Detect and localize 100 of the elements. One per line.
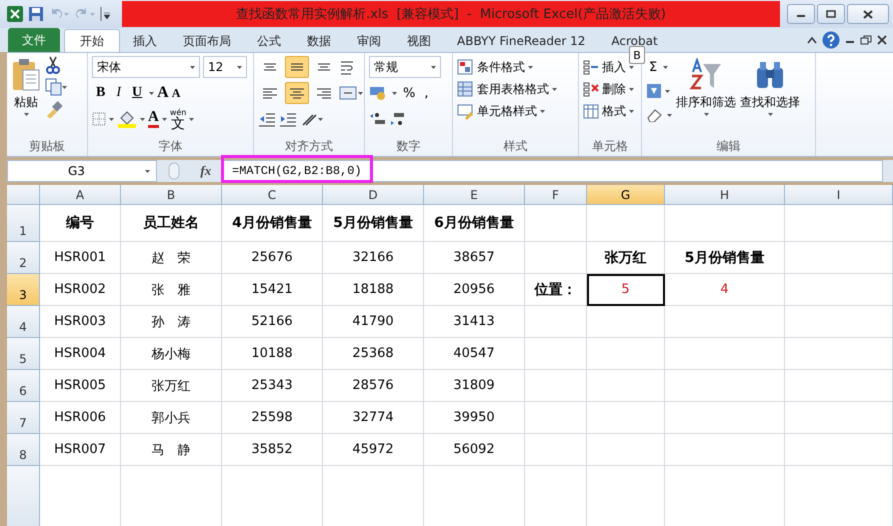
customize-icon[interactable] [100, 7, 110, 21]
font-size-field[interactable]: 12 [203, 56, 247, 78]
column-header[interactable]: F [525, 185, 587, 205]
number-format-field[interactable]: 常规 [369, 56, 441, 78]
caret-icon[interactable] [663, 66, 668, 68]
scissors-icon[interactable] [45, 56, 61, 74]
file-tab[interactable]: 文件 [8, 28, 60, 52]
table-cell: 6月份销售量 [424, 205, 525, 242]
ribbon-tab[interactable]: ABBYY FineReader 12 [444, 29, 598, 52]
minimize-button[interactable] [787, 4, 815, 24]
caret-icon[interactable] [162, 118, 167, 120]
copy-icon[interactable] [45, 78, 67, 96]
comma-button[interactable]: , [421, 86, 432, 100]
close-button[interactable] [847, 4, 889, 24]
font-color-button[interactable]: A [148, 110, 159, 128]
caret-icon[interactable] [392, 92, 397, 94]
font-name-field[interactable]: 宋体 [92, 56, 200, 78]
ribbon-tab[interactable]: 数据 [294, 29, 344, 52]
style-menu-button[interactable]: 条件格式 [457, 56, 557, 78]
grow-font-button[interactable]: A [157, 84, 169, 102]
formula-field[interactable]: =MATCH(G2,B2:B8,0) [221, 160, 883, 182]
row-header[interactable]: 6 [7, 370, 40, 402]
table-cell: 孙 涛 [121, 306, 222, 338]
caret-icon[interactable] [665, 90, 670, 92]
close-icon[interactable] [877, 35, 887, 45]
table-cell: 32166 [323, 242, 424, 274]
row-header[interactable]: 8 [7, 434, 40, 466]
collapse-icon[interactable] [807, 36, 817, 44]
caret-icon[interactable] [667, 114, 672, 116]
table-cell: 张万红 [587, 242, 665, 274]
ribbon-tab[interactable]: 页面布局 [170, 29, 244, 52]
restore-icon[interactable] [860, 35, 872, 45]
insert-function-button[interactable]: fx [200, 163, 212, 179]
empty-cell [525, 370, 587, 402]
column-header[interactable]: C [222, 185, 323, 205]
cells-menu-button[interactable]: 删除 [583, 78, 634, 100]
empty-cell [525, 434, 587, 466]
column-header[interactable]: E [424, 185, 525, 205]
maximize-icon [826, 10, 836, 18]
group-label: 对齐方式 [284, 138, 334, 154]
ribbon-tab[interactable]: 审阅 [344, 29, 394, 52]
ribbon-tab[interactable]: 插入 [120, 29, 170, 52]
phonetic-button[interactable]: wén 文 [170, 108, 186, 130]
italic-button[interactable]: I [112, 85, 126, 101]
column-header[interactable]: H [665, 185, 785, 205]
row-header[interactable]: 7 [7, 402, 40, 434]
fill-color-icon[interactable] [117, 110, 137, 128]
caret-icon[interactable] [189, 118, 194, 120]
border-icon[interactable] [92, 112, 106, 126]
merge-icon[interactable] [339, 85, 363, 101]
underline-button[interactable]: U [128, 85, 146, 101]
cells-menu-button[interactable]: 格式 [583, 100, 634, 122]
row-header[interactable]: 2 [7, 242, 40, 274]
ribbon-tab[interactable]: 开始 [64, 29, 120, 52]
shrink-font-button[interactable]: A [172, 86, 180, 100]
autosum-button[interactable]: Σ [646, 60, 660, 74]
table-cell: 39950 [424, 402, 525, 434]
align-middle-button[interactable] [285, 56, 309, 78]
percent-button[interactable]: % [400, 86, 418, 100]
find-select-button[interactable]: 查找和选择 [740, 56, 800, 136]
fill-down-icon[interactable] [646, 83, 662, 99]
caret-icon[interactable] [140, 118, 145, 120]
caret-icon[interactable] [704, 113, 708, 116]
style-menu-button[interactable]: 套用表格格式 [457, 78, 557, 100]
maximize-button[interactable] [817, 4, 845, 24]
ribbon-tab[interactable]: 视图 [394, 29, 444, 52]
column-header[interactable]: D [323, 185, 424, 205]
sort-filter-button[interactable]: 排序和筛选 [676, 56, 736, 136]
ribbon-tab[interactable]: 公式 [244, 29, 294, 52]
row-header[interactable]: 1 [7, 205, 40, 242]
increase-decimal-icon[interactable] [369, 112, 387, 126]
decrease-indent-icon[interactable] [258, 111, 276, 127]
sort-filter-icon [689, 58, 723, 92]
row-header[interactable]: 4 [7, 306, 40, 338]
caret-icon[interactable] [109, 118, 114, 120]
cells-icon [583, 80, 599, 98]
column-header[interactable]: B [121, 185, 222, 205]
increase-indent-icon[interactable] [279, 111, 297, 127]
style-menu-button[interactable]: 单元格样式 [457, 100, 557, 122]
group-label: 字体 [158, 138, 184, 154]
column-header[interactable]: A [40, 185, 121, 205]
caret-icon [528, 66, 533, 68]
help-icon[interactable] [822, 31, 840, 49]
empty-cell [525, 205, 587, 242]
row-header[interactable]: 5 [7, 338, 40, 370]
column-header[interactable]: G [587, 185, 665, 205]
align-center-button[interactable] [285, 82, 309, 104]
bold-button[interactable]: B [92, 85, 110, 101]
caret-icon[interactable] [149, 92, 154, 94]
caret-icon[interactable] [24, 113, 28, 116]
row-header[interactable]: 3 [7, 274, 40, 306]
name-box[interactable]: G3 [7, 160, 157, 182]
table-cell: 52166 [222, 306, 323, 338]
table-cell: 赵 荣 [121, 242, 222, 274]
caret-icon[interactable] [768, 113, 772, 116]
column-header[interactable]: I [785, 185, 893, 205]
eraser-icon[interactable] [646, 108, 664, 122]
paste-button[interactable]: 粘贴 [11, 56, 41, 136]
save-icon[interactable] [28, 6, 44, 22]
brush-icon[interactable] [45, 100, 63, 118]
